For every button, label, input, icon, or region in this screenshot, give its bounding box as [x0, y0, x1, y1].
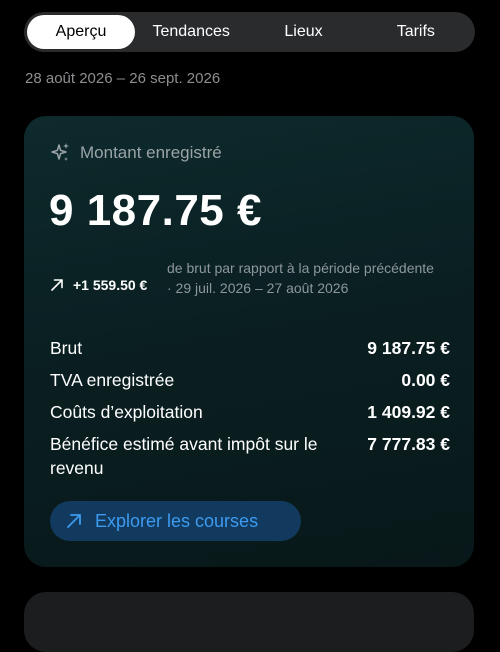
row-value: 9 187.75 €: [367, 338, 450, 358]
explore-rides-label: Explorer les courses: [95, 510, 259, 531]
row-label: Coûts d’exploitation: [50, 402, 203, 422]
date-range-label: 28 août 2026 – 26 sept. 2026: [25, 70, 221, 87]
delta-row: +1 559.50 €: [50, 277, 147, 293]
row-value: 7 777.83 €: [367, 434, 450, 454]
arrow-up-right-icon: [51, 279, 63, 291]
tab-lieux[interactable]: Lieux: [247, 15, 359, 49]
tab-apercu[interactable]: Aperçu: [27, 15, 135, 49]
row-label: Brut: [50, 338, 83, 358]
breakdown-row-benefice: Bénéfice estimé avant impôt sur le reven…: [50, 432, 450, 480]
tab-tendances[interactable]: Tendances: [135, 15, 247, 49]
delta-description: de brut par rapport à la période précéde…: [167, 260, 434, 296]
segmented-tab-bar: Aperçu Tendances Lieux Tarifs: [24, 12, 475, 52]
breakdown-list: Brut 9 187.75 € TVA enregistrée 0.00 € C…: [50, 336, 450, 488]
tab-tarifs[interactable]: Tarifs: [360, 15, 472, 49]
breakdown-row-couts: Coûts d’exploitation 1 409.92 €: [50, 400, 450, 424]
row-label: Bénéfice estimé avant impôt sur le reven…: [50, 434, 318, 478]
breakdown-row-brut: Brut 9 187.75 €: [50, 336, 450, 360]
arrow-up-right-icon: [67, 514, 81, 528]
sparkle-icon: [51, 143, 69, 161]
total-amount: 9 187.75 €: [49, 186, 262, 235]
row-value: 1 409.92 €: [367, 402, 450, 422]
card-header: Montant enregistré: [50, 142, 222, 164]
row-label: TVA enregistrée: [50, 370, 175, 390]
delta-value: +1 559.50 €: [73, 277, 148, 293]
row-value: 0.00 €: [401, 370, 450, 390]
card-title: Montant enregistré: [80, 143, 222, 162]
explore-rides-button[interactable]: Explorer les courses: [50, 501, 301, 541]
next-card-peek: [24, 592, 474, 652]
breakdown-row-tva: TVA enregistrée 0.00 €: [50, 368, 450, 392]
recorded-amount-card: Montant enregistré 9 187.75 € +1 559.50 …: [24, 116, 474, 567]
